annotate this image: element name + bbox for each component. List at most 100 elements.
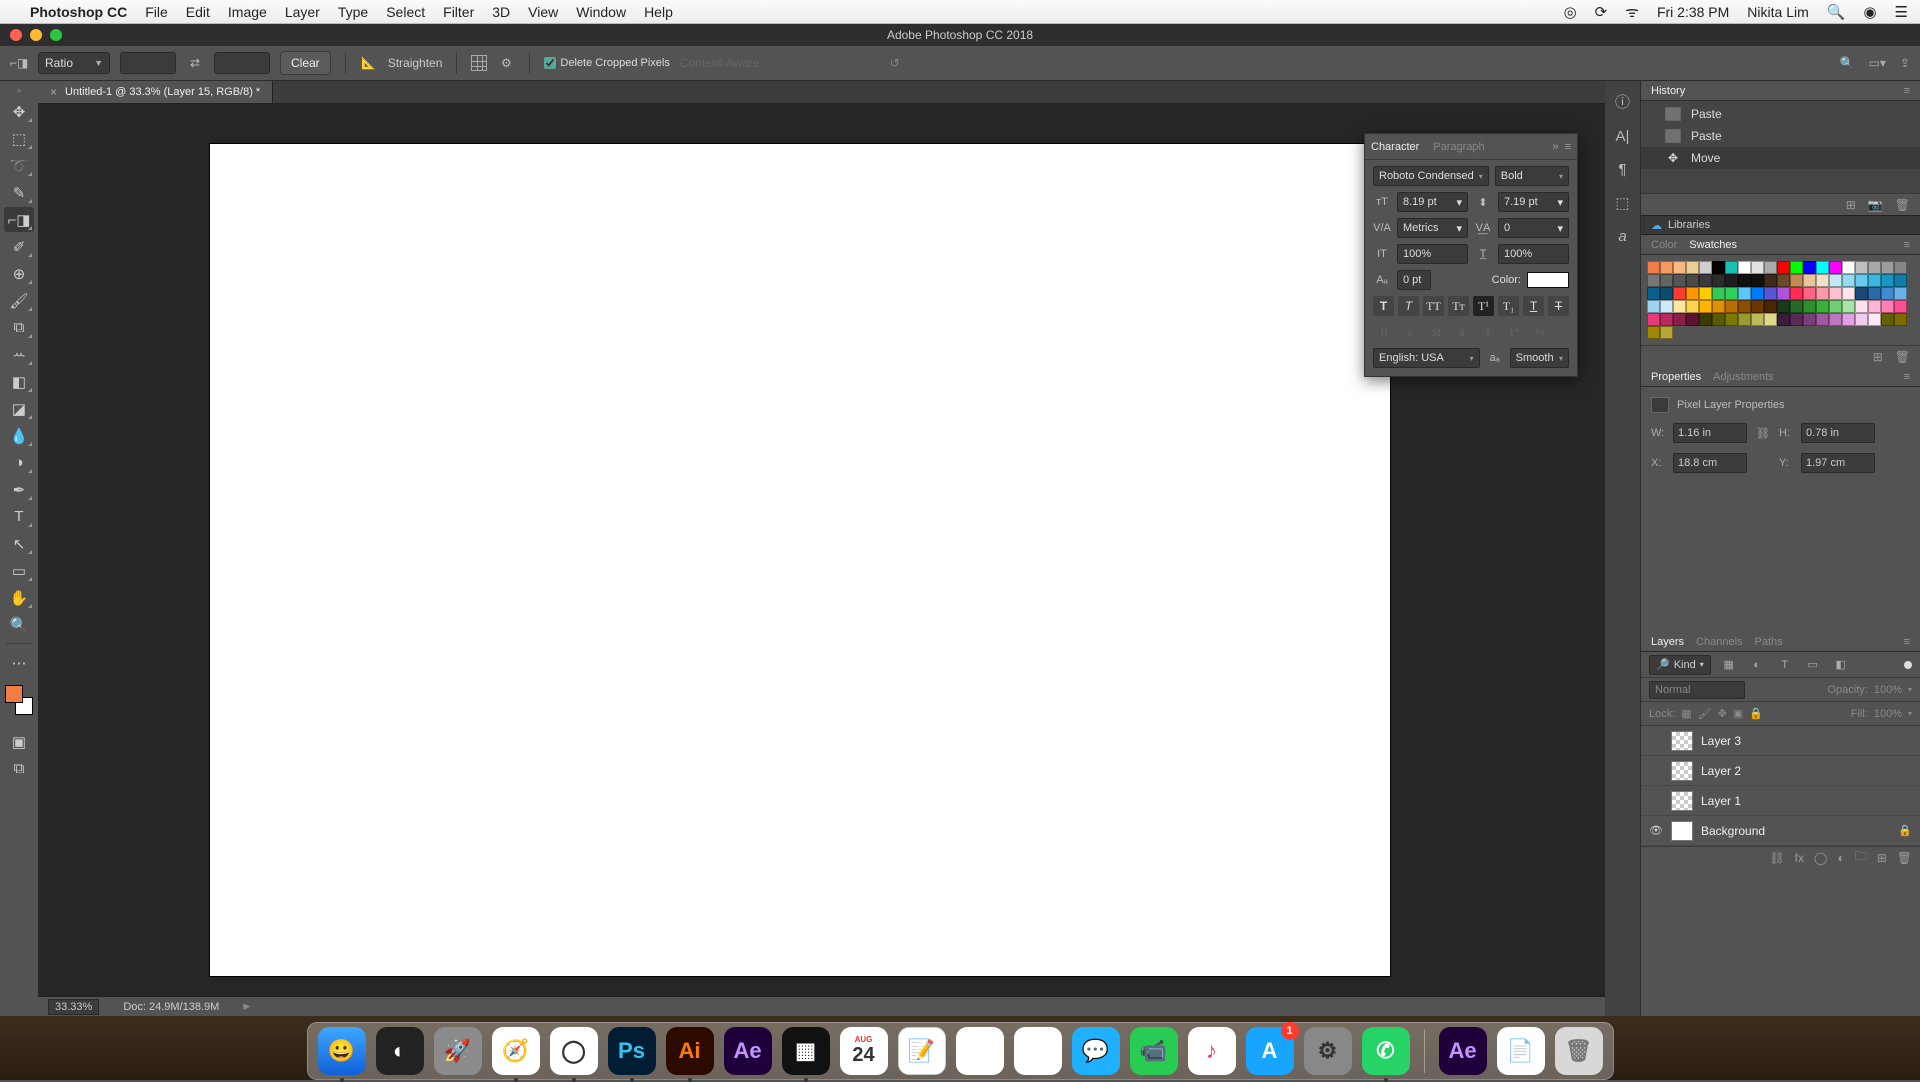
dock-app-pix[interactable]: ▦ [782, 1027, 830, 1075]
shape-tool[interactable]: ▭ [4, 558, 34, 583]
marquee-tool[interactable]: ⬚ [4, 126, 34, 151]
swatch[interactable] [1829, 287, 1842, 300]
swatch[interactable] [1894, 261, 1907, 274]
swatch[interactable] [1686, 274, 1699, 287]
clone-stamp-tool[interactable]: ⧉ [4, 315, 34, 340]
layer-row[interactable]: 👁 Background 🔒 [1641, 816, 1920, 846]
dock-app-safari[interactable]: 🧭 [492, 1027, 540, 1075]
layer-thumbnail[interactable] [1671, 761, 1693, 781]
layer-thumbnail[interactable] [1671, 791, 1693, 811]
swatch[interactable] [1673, 300, 1686, 313]
layer-name[interactable]: Layer 1 [1701, 794, 1741, 808]
swatch[interactable] [1673, 287, 1686, 300]
dock-app-cal[interactable]: AUG24 [840, 1027, 888, 1075]
swatch[interactable] [1842, 287, 1855, 300]
dock-app-launch[interactable]: 🚀 [434, 1027, 482, 1075]
swatch[interactable] [1790, 300, 1803, 313]
swatch[interactable] [1686, 287, 1699, 300]
ligatures-button[interactable]: fi [1373, 322, 1395, 342]
swatch[interactable] [1790, 313, 1803, 326]
filter-type-icon[interactable]: T [1775, 659, 1795, 671]
swatch[interactable] [1803, 313, 1816, 326]
dock-app-doc[interactable]: 📄 [1497, 1027, 1545, 1075]
history-item[interactable]: Paste [1641, 103, 1920, 125]
clock[interactable]: Fri 2:38 PM [1657, 4, 1729, 20]
menu-3d[interactable]: 3D [492, 4, 510, 20]
swatches-tab[interactable]: Swatches [1689, 239, 1737, 251]
swatch[interactable] [1881, 313, 1894, 326]
swatch[interactable] [1803, 261, 1816, 274]
blur-tool[interactable]: 💧 [4, 423, 34, 448]
opacity-value[interactable]: 100% [1874, 684, 1902, 696]
swatch[interactable] [1660, 287, 1673, 300]
swatch[interactable] [1660, 274, 1673, 287]
collapse-panel-icon[interactable]: » [1552, 141, 1558, 153]
allcaps-button[interactable]: TT [1423, 296, 1444, 316]
dock-app-siri[interactable]: ◐ [376, 1027, 424, 1075]
swatch[interactable] [1777, 261, 1790, 274]
window-minimize-button[interactable] [30, 29, 42, 41]
color-tab[interactable]: Color [1651, 239, 1677, 251]
swatch[interactable] [1660, 300, 1673, 313]
dock-app-ai[interactable]: Ai [666, 1027, 714, 1075]
font-size-input[interactable]: 8.19 pt▾ [1397, 192, 1468, 212]
lock-position-icon[interactable]: ✥ [1718, 707, 1727, 720]
font-style-select[interactable]: Bold▾ [1495, 166, 1569, 186]
character-panel[interactable]: Character Paragraph »≡ Roboto Condensed▾… [1364, 133, 1578, 377]
swatch[interactable] [1868, 287, 1881, 300]
edit-toolbar[interactable]: ⋯ [4, 650, 34, 675]
underline-button[interactable]: T [1523, 296, 1544, 316]
paragraph-styles-panel-icon[interactable]: a [1618, 228, 1626, 245]
swatch[interactable] [1699, 274, 1712, 287]
swatch[interactable] [1673, 274, 1686, 287]
properties-tab[interactable]: Properties [1651, 371, 1701, 383]
eyedropper-tool[interactable]: ✐ [4, 234, 34, 259]
lock-all-icon[interactable]: 🔒 [1749, 707, 1763, 720]
swatch[interactable] [1647, 287, 1660, 300]
crop-tool-icon[interactable]: ⌐◨ [10, 54, 28, 72]
swatch[interactable] [1712, 261, 1725, 274]
lock-transparency-icon[interactable]: ▦ [1681, 707, 1691, 720]
swatch[interactable] [1894, 274, 1907, 287]
swatch[interactable] [1647, 274, 1660, 287]
swatch[interactable] [1868, 274, 1881, 287]
faux-italic-button[interactable]: T [1398, 296, 1419, 316]
reset-crop-icon[interactable]: ↺ [890, 56, 900, 70]
menu-filter[interactable]: Filter [443, 4, 474, 20]
dock-app-ae[interactable]: Ae [724, 1027, 772, 1075]
lock-artboard-icon[interactable]: ▣ [1733, 707, 1743, 720]
foreground-background-colors[interactable] [5, 685, 33, 715]
close-tab-icon[interactable]: × [50, 85, 57, 99]
stylistic-alt-button[interactable]: st [1425, 322, 1447, 342]
wifi-icon[interactable]: ᯤ [1625, 2, 1639, 22]
properties-menu-icon[interactable]: ≡ [1904, 371, 1910, 383]
layer-filter-select[interactable]: 🔎 Kind ▾ [1649, 655, 1711, 675]
gradient-tool[interactable]: ◪ [4, 396, 34, 421]
swatch[interactable] [1673, 313, 1686, 326]
paragraph-panel-icon[interactable]: ¶ [1618, 161, 1626, 178]
filter-shape-icon[interactable]: ▭ [1803, 658, 1823, 671]
dock-app-music[interactable]: ♪ [1188, 1027, 1236, 1075]
adjustments-tab[interactable]: Adjustments [1713, 371, 1774, 383]
menu-layer[interactable]: Layer [285, 4, 320, 20]
swatch[interactable] [1699, 300, 1712, 313]
libraries-tab[interactable]: Libraries [1668, 219, 1710, 231]
filter-toggle[interactable] [1904, 661, 1912, 669]
swatch[interactable] [1725, 287, 1738, 300]
dodge-tool[interactable]: ◑ [4, 450, 34, 475]
menu-type[interactable]: Type [338, 4, 368, 20]
swatch[interactable] [1673, 261, 1686, 274]
snapshot-icon[interactable]: 📷 [1868, 198, 1883, 212]
swatches-menu-icon[interactable]: ≡ [1904, 239, 1910, 251]
move-tool[interactable]: ✥ [4, 99, 34, 124]
quick-mask-toggle[interactable]: ▣ [4, 729, 34, 754]
link-dimensions-icon[interactable]: ⛓ [1753, 427, 1773, 440]
dock-app-set[interactable]: ⚙ [1304, 1027, 1352, 1075]
swatch[interactable] [1712, 313, 1725, 326]
swatch[interactable] [1725, 300, 1738, 313]
visibility-toggle[interactable]: 👁 [1649, 824, 1663, 837]
create-document-icon[interactable]: ⊞ [1846, 198, 1856, 212]
glyphs-panel-icon[interactable]: ⬚ [1615, 194, 1629, 212]
delete-cropped-checkbox[interactable]: Delete Cropped Pixels [544, 57, 669, 69]
swatch[interactable] [1751, 300, 1764, 313]
